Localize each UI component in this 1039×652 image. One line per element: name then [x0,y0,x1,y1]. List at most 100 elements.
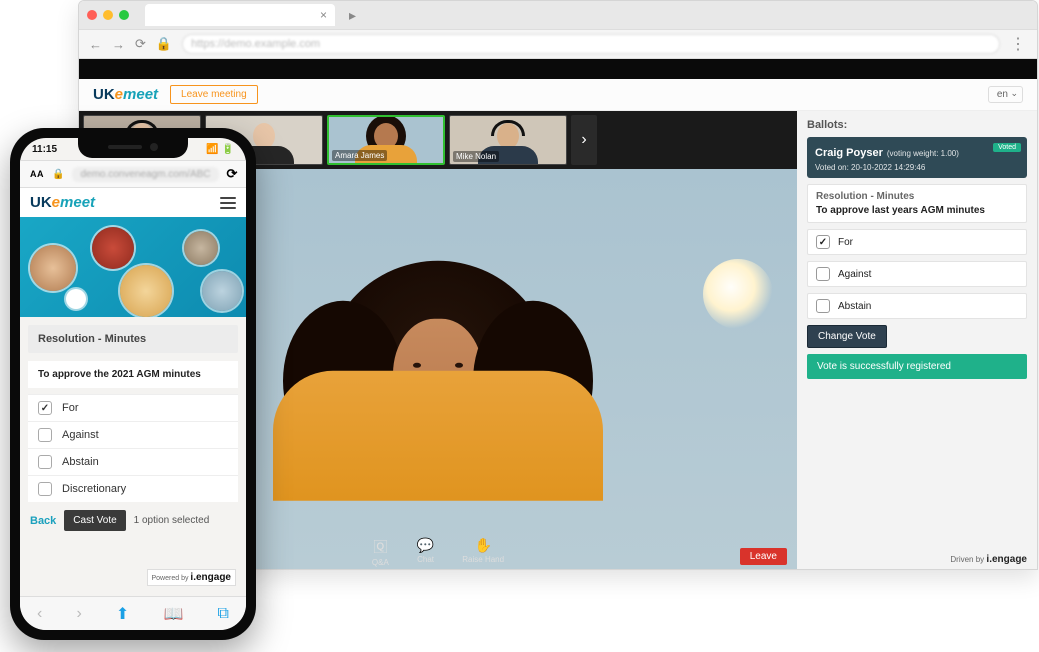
driven-by: Driven by i.engage [950,555,1027,565]
bookmarks-icon[interactable]: 📖 [163,604,183,624]
video-thumb-active[interactable]: Amara James [327,115,445,165]
driven-by: Powered by i.engage [147,569,237,586]
hand-label: Raise Hand [462,555,504,564]
hand-icon: ✋ [474,537,491,554]
logo-meet: meet [60,194,95,211]
video-thumb[interactable]: Mike Nolan [449,115,567,165]
vote-success-message: Vote is successfully registered [807,354,1027,379]
video-controls: 🅀Q&A 💬Chat ✋Raise Hand [372,537,504,567]
option-label: Abstain [838,301,871,312]
option-label: For [838,237,853,248]
chat-button[interactable]: 💬Chat [417,537,434,567]
qa-label: Q&A [372,558,389,567]
browser-tabbar: × ▸ [79,1,1037,29]
chat-icon: 💬 [417,537,434,554]
phone-hero [20,217,246,317]
app-blackbar [79,59,1037,79]
logo-meet: meet [123,86,158,103]
hero-bubble [92,227,134,269]
voter-time: Voted on: 20-10-2022 14:29:46 [815,163,1019,172]
logo: UKemeet [30,194,95,211]
vote-option-abstain[interactable]: Abstain [28,448,238,475]
window-maximize-icon[interactable] [119,10,129,20]
phone-screen: 11:15 📶 🔋 AA 🔒 demo.conveneagm.com/ABC ⟳… [20,138,246,630]
vote-option-against[interactable]: Against [807,261,1027,287]
menu-icon[interactable] [220,197,236,209]
option-label: Abstain [62,456,99,468]
logo-e: e [115,86,123,103]
raise-hand-button[interactable]: ✋Raise Hand [462,537,504,567]
logo-uk: UK [30,194,52,211]
checkbox-icon[interactable] [38,428,52,442]
logo: UKemeet [93,86,158,103]
tabs-icon[interactable]: ⧉ [217,605,228,623]
hero-bubble [120,265,172,317]
vote-option-abstain[interactable]: Abstain [807,293,1027,319]
speaker-portrait [323,261,553,491]
url-input[interactable]: https://demo.example.com [182,34,1000,54]
checkbox-icon[interactable] [38,482,52,496]
thumb-name: Amara James [332,150,387,161]
new-tab-icon[interactable]: ▸ [349,7,356,24]
resolution-desc: To approve last years AGM minutes [816,205,1018,216]
language-select[interactable]: en [988,86,1023,103]
leave-video-button[interactable]: Leave [740,548,787,565]
leave-meeting-button[interactable]: Leave meeting [170,85,258,104]
phone-url-input[interactable]: demo.conveneagm.com/ABC [72,167,218,182]
hero-bubble [30,245,76,291]
checkbox-icon[interactable] [816,299,830,313]
window-minimize-icon[interactable] [103,10,113,20]
window-close-icon[interactable] [87,10,97,20]
resolution-title: Resolution - Minutes [816,191,1018,202]
close-tab-icon[interactable]: × [320,8,327,22]
nav-back-icon[interactable]: ← [89,37,102,52]
share-icon[interactable]: ⬆︎ [116,604,129,624]
lock-icon: 🔒 [156,36,172,52]
browser-menu-icon[interactable]: ⋮ [1010,34,1027,54]
change-vote-button[interactable]: Change Vote [807,325,887,348]
chat-label: Chat [417,555,434,564]
vote-option-against[interactable]: Against [28,421,238,448]
checkbox-icon[interactable] [38,455,52,469]
qa-icon: 🅀 [373,537,387,557]
phone-actions: Back Cast Vote 1 option selected [20,502,246,539]
address-bar: ← → ⟳ 🔒 https://demo.example.com ⋮ [79,29,1037,59]
logo-uk: UK [93,86,115,103]
browser-tab[interactable]: × [145,4,335,26]
resolution-panel: Resolution - Minutes To approve last yea… [807,184,1027,223]
voter-weight: (voting weight: 1.00) [887,149,959,158]
driven-prefix: Driven by [950,555,984,564]
reload-icon[interactable]: ⟳ [227,166,238,182]
text-size-icon[interactable]: AA [30,169,44,179]
qa-button[interactable]: 🅀Q&A [372,537,389,567]
checkbox-icon[interactable] [816,267,830,281]
option-label: Discretionary [62,483,126,495]
vote-option-for[interactable]: For [28,394,238,421]
driven-brand: i.engage [986,554,1027,565]
back-link[interactable]: Back [30,515,56,527]
cast-vote-button[interactable]: Cast Vote [64,510,125,531]
nav-forward-icon[interactable]: › [76,605,81,623]
phone-topbar: UKemeet [20,188,246,217]
thumbs-next-icon[interactable]: › [571,115,597,165]
vote-option-discretionary[interactable]: Discretionary [28,475,238,502]
checkbox-icon[interactable] [816,235,830,249]
nav-back-icon[interactable]: ‹ [37,605,42,623]
option-label: For [62,402,79,414]
vote-option-for[interactable]: For [807,229,1027,255]
nav-forward-icon[interactable]: → [112,37,125,52]
reload-icon[interactable]: ⟳ [135,36,146,52]
option-label: Against [838,269,871,280]
app-topbar: UKemeet Leave meeting en [79,79,1037,111]
signal-icons: 📶 🔋 [206,144,234,155]
checkbox-icon[interactable] [38,401,52,415]
option-label: Against [62,429,99,441]
phone-tabbar: ‹ › ⬆︎ 📖 ⧉ [20,596,246,630]
hero-bubble [202,271,242,311]
ballots-panel: Ballots: Voted Craig Poyser(voting weigh… [797,111,1037,570]
hero-bubble [66,289,86,309]
resolution-desc: To approve the 2021 AGM minutes [28,361,238,388]
lock-icon: 🔒 [52,169,64,180]
phone-notch [78,136,188,158]
selection-count: 1 option selected [134,515,210,526]
